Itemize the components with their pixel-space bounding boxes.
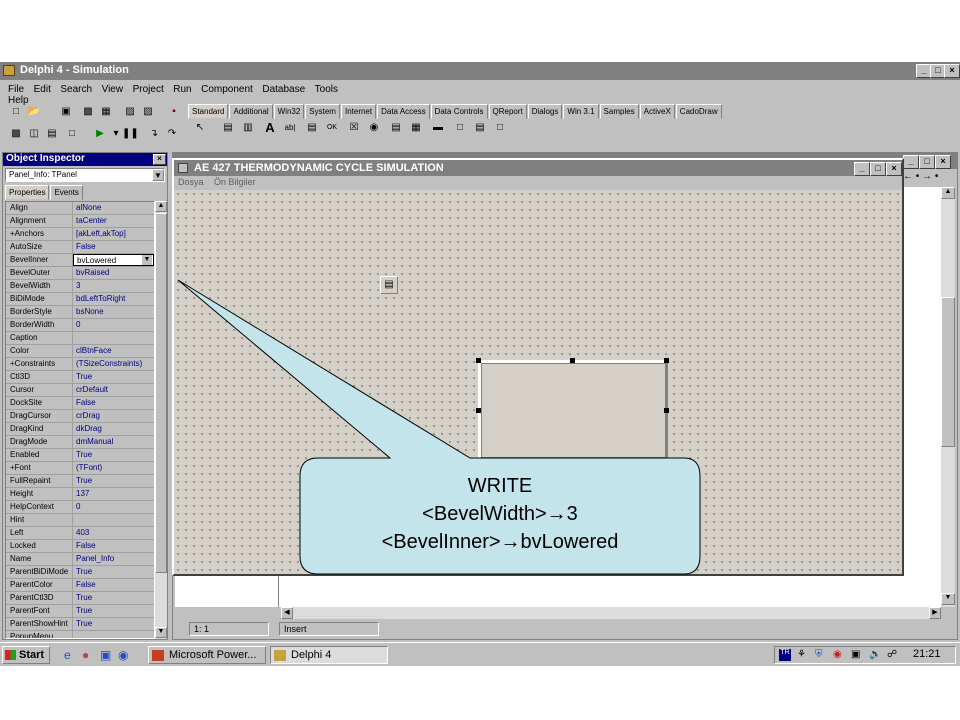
callout-bubble (177, 279, 701, 575)
callout-line-bevelinner: <BevelInner>→bvLowered (381, 531, 619, 553)
callout-line-bevelwidth: <BevelWidth>→3 (422, 503, 578, 525)
callout-text: WRITE <BevelWidth>→3 <BevelInner>→bvLowe… (300, 472, 700, 564)
callout-line-write: WRITE (467, 475, 533, 497)
